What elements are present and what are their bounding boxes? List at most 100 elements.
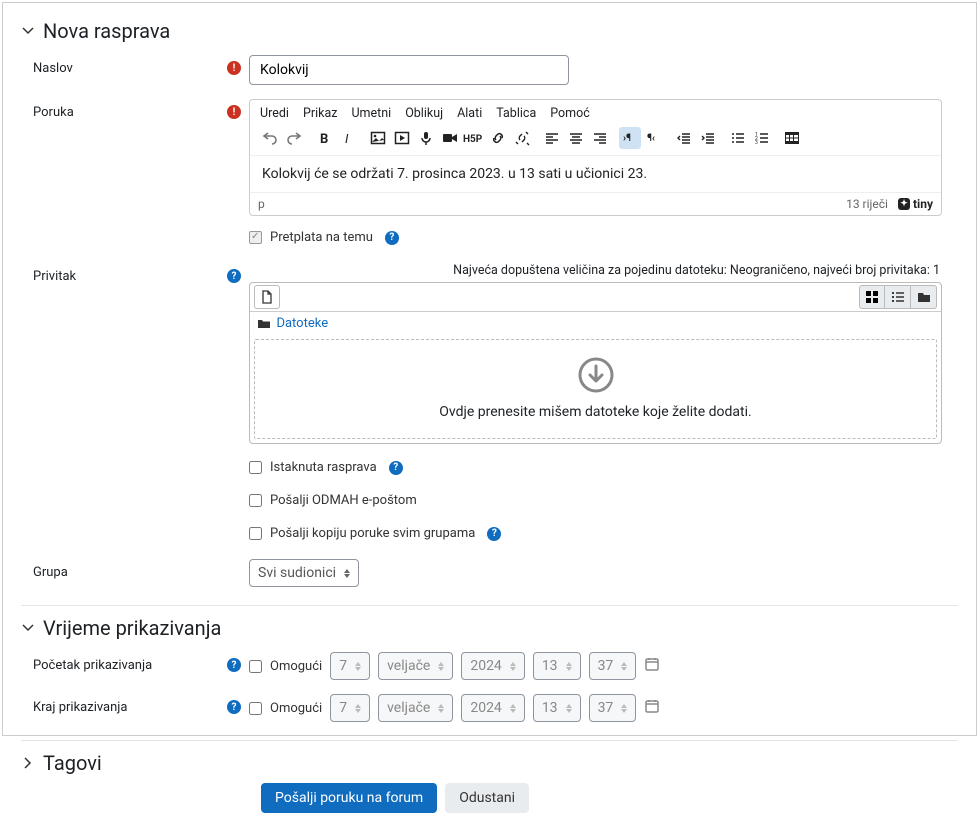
svg-text:¶‹: ¶‹	[647, 133, 655, 144]
help-icon[interactable]: ?	[227, 269, 241, 283]
label-privitak: Privitak	[21, 263, 221, 284]
label-istaknuta: Istaknuta rasprava	[270, 460, 377, 475]
grupa-selected-value: Svi sudionici	[258, 565, 336, 581]
editor-menu-oblikuj[interactable]: Oblikuj	[405, 106, 443, 121]
editor-align-center-icon[interactable]	[565, 127, 587, 149]
pocetak-day-select[interactable]: 7	[330, 652, 370, 680]
help-icon[interactable]: ?	[227, 700, 241, 714]
editor-unlink-icon[interactable]	[511, 127, 533, 149]
checkbox-odmah[interactable]	[249, 494, 262, 507]
label-kopija: Pošalji kopiju poruke svim grupama	[270, 526, 475, 541]
filepicker-path-link[interactable]: Datoteke	[276, 316, 328, 331]
editor-menubar: Uredi Prikaz Umetni Oblikuj Alati Tablic…	[250, 100, 941, 125]
chevron-down-icon	[21, 24, 35, 38]
svg-text:H5P: H5P	[463, 134, 483, 145]
kraj-hour-select[interactable]: 13	[533, 694, 581, 722]
editor-bullet-list-icon[interactable]	[727, 127, 749, 149]
pocetak-min-select[interactable]: 37	[589, 652, 637, 680]
label-kraj: Kraj prikazivanja	[21, 694, 221, 715]
rich-text-editor: Uredi Prikaz Umetni Oblikuj Alati Tablic…	[249, 99, 942, 216]
editor-indent-icon[interactable]	[697, 127, 719, 149]
editor-video-icon[interactable]	[439, 127, 461, 149]
checkbox-kopija[interactable]	[249, 527, 262, 540]
help-icon[interactable]: ?	[487, 527, 501, 541]
kraj-day-select[interactable]: 7	[330, 694, 370, 722]
editor-wordcount: 13 riječi	[846, 197, 888, 211]
editor-number-list-icon[interactable]: 123	[751, 127, 773, 149]
section-title: Nova rasprava	[43, 19, 170, 43]
editor-align-left-icon[interactable]	[541, 127, 563, 149]
label-pocetak: Početak prikazivanja	[21, 652, 221, 673]
filepicker-view-tree-icon[interactable]	[911, 285, 937, 309]
label-odmah: Pošalji ODMAH e-poštom	[270, 493, 417, 508]
editor-image-icon[interactable]	[367, 127, 389, 149]
filepicker-view-list-icon[interactable]	[885, 285, 911, 309]
label-pretplata: Pretplata na temu	[270, 230, 373, 245]
pocetak-year-select[interactable]: 2024	[461, 652, 524, 680]
cancel-button[interactable]: Odustani	[445, 783, 529, 813]
label-naslov: Naslov	[21, 55, 221, 76]
editor-redo-icon[interactable]	[283, 127, 305, 149]
editor-menu-prikaz[interactable]: Prikaz	[303, 106, 338, 121]
editor-rtl-icon[interactable]: ¶‹	[643, 127, 665, 149]
editor-menu-alati[interactable]: Alati	[457, 106, 482, 121]
label-poruka: Poruka	[21, 99, 221, 120]
editor-media-icon[interactable]	[391, 127, 413, 149]
section-toggle-vrijeme[interactable]: Vrijeme prikazivanja	[21, 616, 958, 640]
required-icon: !	[227, 61, 241, 75]
filepicker-add-icon[interactable]	[254, 285, 280, 309]
editor-h5p-icon[interactable]: H5P	[463, 127, 485, 149]
editor-bold-icon[interactable]: B	[313, 127, 335, 149]
pocetak-month-select[interactable]: veljače	[378, 652, 453, 680]
label-enable: Omogući	[270, 701, 322, 716]
editor-menu-umetni[interactable]: Umetni	[351, 106, 391, 121]
help-icon[interactable]: ?	[385, 231, 399, 245]
grupa-select[interactable]: Svi sudionici	[249, 559, 359, 587]
label-enable: Omogući	[270, 659, 322, 674]
pocetak-hour-select[interactable]: 13	[533, 652, 581, 680]
help-icon[interactable]: ?	[389, 461, 403, 475]
editor-path[interactable]: p	[258, 197, 265, 211]
editor-undo-icon[interactable]	[259, 127, 281, 149]
checkbox-kraj-enable[interactable]	[249, 702, 262, 715]
checkbox-pretplata	[249, 231, 262, 244]
editor-mic-icon[interactable]	[415, 127, 437, 149]
filepicker-dropzone[interactable]: Ovdje prenesite mišem datoteke koje želi…	[254, 339, 937, 439]
required-icon: !	[227, 105, 241, 119]
checkbox-istaknuta[interactable]	[249, 461, 262, 474]
submit-button[interactable]: Pošalji poruku na forum	[261, 783, 437, 813]
kraj-month-select[interactable]: veljače	[378, 694, 453, 722]
download-arrow-icon	[255, 356, 936, 398]
calendar-icon[interactable]	[644, 698, 660, 718]
svg-text:3: 3	[755, 140, 758, 145]
calendar-icon[interactable]	[644, 656, 660, 676]
svg-text:›¶: ›¶	[623, 133, 631, 144]
svg-text:B: B	[320, 132, 328, 145]
editor-align-right-icon[interactable]	[589, 127, 611, 149]
section-title: Tagovi	[43, 751, 102, 775]
svg-text:I: I	[345, 132, 349, 145]
editor-italic-icon[interactable]: I	[337, 127, 359, 149]
filepicker-view-grid-icon[interactable]	[859, 285, 885, 309]
attach-limit-text: Najveća dopuštena veličina za pojedinu d…	[249, 263, 942, 282]
tiny-logo: ✦tiny	[898, 197, 933, 211]
editor-menu-tablica[interactable]: Tablica	[496, 106, 536, 121]
kraj-year-select[interactable]: 2024	[461, 694, 524, 722]
editor-table-icon[interactable]	[781, 127, 803, 149]
editor-menu-pomoc[interactable]: Pomoć	[550, 106, 590, 121]
section-toggle-tagovi[interactable]: Tagovi	[21, 751, 958, 775]
kraj-min-select[interactable]: 37	[589, 694, 637, 722]
section-toggle-nova-rasprava[interactable]: Nova rasprava	[21, 19, 958, 43]
editor-menu-uredi[interactable]: Uredi	[260, 106, 289, 121]
help-icon[interactable]: ?	[227, 658, 241, 672]
checkbox-pocetak-enable[interactable]	[249, 660, 262, 673]
editor-link-icon[interactable]	[487, 127, 509, 149]
file-picker: Datoteke Ovdje prenesite mišem datoteke …	[249, 282, 942, 444]
editor-outdent-icon[interactable]	[673, 127, 695, 149]
editor-ltr-icon[interactable]: ›¶	[619, 127, 641, 149]
editor-content[interactable]: Kolokvij će se održati 7. prosinca 2023.…	[250, 156, 941, 192]
naslov-input[interactable]	[249, 55, 569, 85]
dropzone-text: Ovdje prenesite mišem datoteke koje želi…	[255, 404, 936, 420]
chevron-right-icon	[21, 756, 35, 770]
section-title: Vrijeme prikazivanja	[43, 616, 221, 640]
